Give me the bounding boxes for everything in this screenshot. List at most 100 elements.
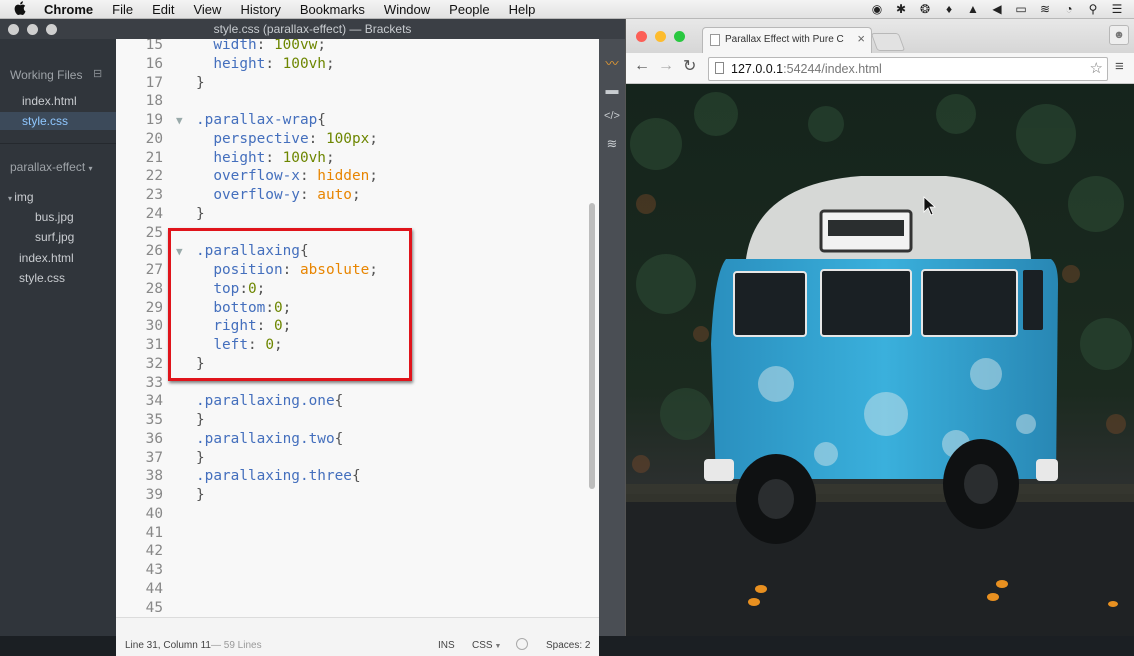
line-number: 29 — [145, 299, 163, 316]
zoom-window-button[interactable] — [674, 31, 685, 42]
list-icon[interactable]: ☰ — [1110, 2, 1124, 16]
code-line[interactable]: 39} — [116, 486, 599, 505]
file-label: style.css — [22, 114, 69, 128]
split-view-icon[interactable]: ⊟ — [93, 67, 102, 80]
code-line[interactable]: 22 overflow-x: hidden; — [116, 167, 599, 186]
code-text: width: 100vw; — [196, 39, 326, 55]
extension-manager-icon[interactable]: ▬ — [603, 81, 621, 99]
code-line[interactable]: 34 .parallaxing.one{ — [116, 392, 599, 411]
code-line[interactable]: 42 — [116, 542, 599, 561]
indent-setting[interactable]: Spaces: 2 — [546, 640, 590, 651]
drive-icon[interactable]: ▲ — [966, 2, 980, 16]
back-arrow-icon[interactable]: ← — [634, 57, 650, 75]
profile-icon[interactable]: ☻ — [1109, 25, 1129, 45]
reload-icon[interactable]: ↻ — [683, 56, 696, 76]
code-token: height — [196, 149, 266, 166]
menu-bar: Chrome File Edit View History Bookmarks … — [0, 0, 1134, 19]
new-tab-button[interactable] — [870, 33, 906, 51]
code-line[interactable]: 43 — [116, 561, 599, 580]
folder-img[interactable]: ▾ img — [8, 188, 34, 206]
line-number: 39 — [145, 487, 163, 503]
bookmark-star-icon[interactable]: ☆ — [1090, 58, 1103, 80]
bluetooth-icon[interactable]: ✱ — [894, 2, 908, 16]
code-line[interactable]: 20 perspective: 100px; — [116, 130, 599, 149]
menu-view[interactable]: View — [193, 2, 221, 17]
menu-chrome[interactable]: Chrome — [44, 2, 93, 17]
code-line[interactable]: 21 height: 100vh; — [116, 149, 599, 168]
menu-file[interactable]: File — [112, 2, 133, 17]
editor-scrollbar[interactable] — [589, 203, 595, 489]
file-label: style.css — [19, 271, 66, 285]
address-bar[interactable]: 127.0.0.1:54244/index.html ☆ — [708, 57, 1108, 81]
apple-icon[interactable] — [14, 0, 30, 18]
code-token: ; — [369, 168, 378, 185]
clock-icon[interactable]: ◔ — [1062, 2, 1076, 16]
fold-arrow-icon[interactable]: ▼ — [176, 111, 183, 130]
forward-arrow-icon[interactable]: → — [658, 57, 674, 75]
file-style[interactable]: style.css — [19, 269, 65, 287]
code-line[interactable]: 44 — [116, 580, 599, 599]
code-line[interactable]: 19 ▼ .parallax-wrap{ — [116, 111, 599, 130]
page-viewport[interactable] — [626, 84, 1134, 636]
record-icon[interactable]: ◉ — [870, 2, 884, 16]
close-window-button[interactable] — [636, 31, 647, 42]
code-token: perspective — [196, 130, 309, 147]
page-info-icon[interactable] — [715, 62, 724, 74]
spotlight-icon[interactable]: ⚲ — [1086, 2, 1100, 16]
code-line[interactable]: 18 — [116, 92, 599, 111]
code-line[interactable]: 36 .parallaxing.two{ — [116, 430, 599, 449]
code-token: } — [196, 205, 205, 222]
folder-label: img — [14, 190, 34, 204]
chrome-menu-icon[interactable]: ≡ — [1115, 58, 1124, 75]
line-number: 22 — [145, 168, 163, 185]
file-bus[interactable]: bus.jpg — [35, 208, 74, 226]
menu-people[interactable]: People — [449, 2, 489, 17]
menu-help[interactable]: Help — [509, 2, 536, 17]
project-dropdown[interactable]: parallax-effect ▾ — [10, 158, 93, 176]
live-preview-icon[interactable]: 〰 — [603, 55, 621, 73]
code-line[interactable]: 24} — [116, 205, 599, 224]
code-line[interactable]: 17} — [116, 74, 599, 93]
code-token: auto — [317, 187, 352, 203]
chrome-window: Parallax Effect with Pure C × ☻ ← → ↻ 12… — [625, 19, 1134, 636]
code-token: ; — [325, 55, 335, 72]
code-line[interactable]: 41 — [116, 524, 599, 543]
sync-icon[interactable]: ❂ — [918, 2, 932, 16]
code-token: } — [196, 449, 205, 466]
code-line[interactable]: 16 height: 100vh; — [116, 55, 599, 74]
code-token: hidden — [317, 168, 370, 185]
code-token: { — [351, 468, 361, 485]
language-select[interactable]: CSS ▼ — [472, 640, 501, 651]
code-line[interactable]: 35} — [116, 411, 599, 430]
code-text: .parallax-wrap{ — [196, 111, 326, 130]
file-index[interactable]: index.html — [19, 249, 74, 267]
linter-status-icon[interactable] — [516, 638, 528, 650]
tab-close-icon[interactable]: × — [857, 31, 865, 46]
code-line[interactable]: 45 — [116, 599, 599, 618]
code-line[interactable]: 15 width: 100vw; — [116, 39, 599, 55]
browser-tab[interactable]: Parallax Effect with Pure C × — [702, 27, 872, 54]
wifi-icon[interactable]: ≋ — [1038, 2, 1052, 16]
code-token: { — [334, 393, 344, 410]
code-icon[interactable]: </> — [603, 107, 621, 125]
code-line[interactable]: 23 overflow-y: auto; — [116, 186, 599, 205]
code-token: 100vh — [282, 55, 326, 72]
insert-mode[interactable]: INS — [438, 640, 455, 651]
code-line[interactable]: 38 .parallaxing.three{ — [116, 467, 599, 486]
code-line[interactable]: 37} — [116, 449, 599, 468]
notification-icon[interactable]: ♦ — [942, 2, 956, 16]
battery-icon[interactable]: ▭ — [1014, 2, 1028, 16]
working-file-index[interactable]: index.html — [22, 92, 77, 110]
menu-edit[interactable]: Edit — [152, 2, 174, 17]
file-surf[interactable]: surf.jpg — [35, 228, 74, 246]
volume-icon[interactable]: ◀ — [990, 2, 1004, 16]
working-file-style[interactable]: style.css — [0, 112, 116, 130]
minimize-window-button[interactable] — [655, 31, 666, 42]
code-line[interactable]: 40 — [116, 505, 599, 524]
line-number: 17 — [145, 74, 163, 91]
code-token: { — [317, 112, 326, 128]
layers-icon[interactable]: ≋ — [603, 135, 621, 153]
menu-bookmarks[interactable]: Bookmarks — [300, 2, 365, 17]
menu-window[interactable]: Window — [384, 2, 430, 17]
menu-history[interactable]: History — [240, 2, 280, 17]
